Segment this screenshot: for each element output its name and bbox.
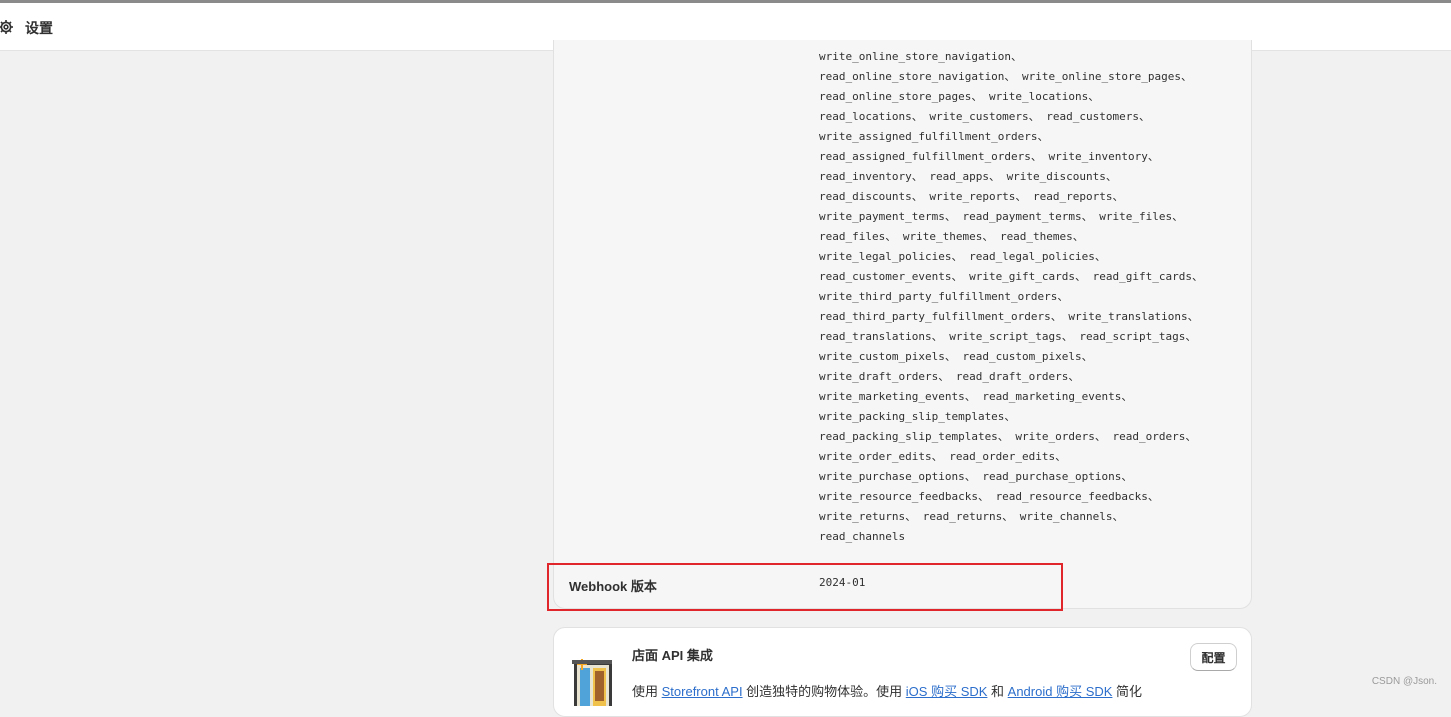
- storefront-title: 店面 API 集成: [632, 648, 713, 663]
- desc-text: 创造独特的购物体验。使用: [742, 684, 906, 699]
- desc-text: 使用: [632, 684, 662, 699]
- ios-sdk-link[interactable]: iOS 购买 SDK: [906, 684, 988, 699]
- configure-button[interactable]: 配置: [1190, 643, 1237, 671]
- scope-line: write_draft_orders、 read_draft_orders、: [819, 370, 1080, 383]
- scope-line: write_custom_pixels、 read_custom_pixels、: [819, 350, 1093, 363]
- scope-line: read_third_party_fulfillment_orders、 wri…: [819, 310, 1199, 323]
- scope-line: read_translations、 write_script_tags、 re…: [819, 330, 1197, 343]
- scope-line: write_marketing_events、 read_marketing_e…: [819, 390, 1133, 403]
- scope-line: read_channels: [819, 530, 906, 543]
- desc-text: 简化: [1112, 684, 1143, 699]
- scope-line: write_legal_policies、 read_legal_policie…: [819, 250, 1106, 263]
- scope-line: read_files、 write_themes、 read_themes、: [819, 230, 1084, 243]
- scope-line: read_online_store_pages、 write_locations…: [819, 90, 1100, 103]
- scope-line: read_discounts、 write_reports、 read_repo…: [819, 190, 1124, 203]
- scope-line: write_assigned_fulfillment_orders、: [819, 130, 1049, 143]
- scope-line: write_resource_feedbacks、 read_resource_…: [819, 490, 1159, 503]
- storefront-api-card: 店面 API 集成 配置 使用 Storefront API 创造独特的购物体验…: [553, 627, 1252, 717]
- highlight-box: [547, 563, 1063, 611]
- watermark: CSDN @Json.: [1371, 676, 1437, 687]
- storefront-api-link[interactable]: Storefront API: [662, 684, 743, 699]
- scope-line: write_payment_terms、 read_payment_terms、…: [819, 210, 1184, 223]
- scope-line: read_customer_events、 write_gift_cards、 …: [819, 270, 1203, 283]
- desc-text: 和: [987, 684, 1008, 699]
- scope-line: write_online_store_navigation、: [819, 50, 1023, 63]
- scope-line: read_online_store_navigation、 write_onli…: [819, 70, 1192, 83]
- scope-line: read_assigned_fulfillment_orders、 write_…: [819, 150, 1159, 163]
- scope-line: write_packing_slip_templates、: [819, 410, 1016, 423]
- storefront-icon: [572, 659, 612, 706]
- scope-line: write_purchase_options、 read_purchase_op…: [819, 470, 1133, 483]
- scope-line: read_inventory、 read_apps、 write_discoun…: [819, 170, 1117, 183]
- gear-icon[interactable]: [0, 19, 14, 35]
- scope-line: read_packing_slip_templates、 write_order…: [819, 430, 1197, 443]
- storefront-description: 使用 Storefront API 创造独特的购物体验。使用 iOS 购买 SD…: [632, 681, 1142, 700]
- scope-line: write_order_edits、 read_order_edits、: [819, 450, 1067, 463]
- page-title: 设置: [25, 20, 53, 36]
- android-sdk-link[interactable]: Android 购买 SDK: [1008, 684, 1113, 699]
- api-credentials-card: write_online_store_navigation、 read_onlin…: [553, 40, 1252, 609]
- scope-line: read_locations、 write_customers、 read_cu…: [819, 110, 1151, 123]
- scope-line: write_returns、 read_returns、 write_chann…: [819, 510, 1124, 523]
- scope-line: write_third_party_fulfillment_orders、: [819, 290, 1069, 303]
- access-scopes-list: write_online_store_navigation、 read_onlin…: [819, 47, 1239, 547]
